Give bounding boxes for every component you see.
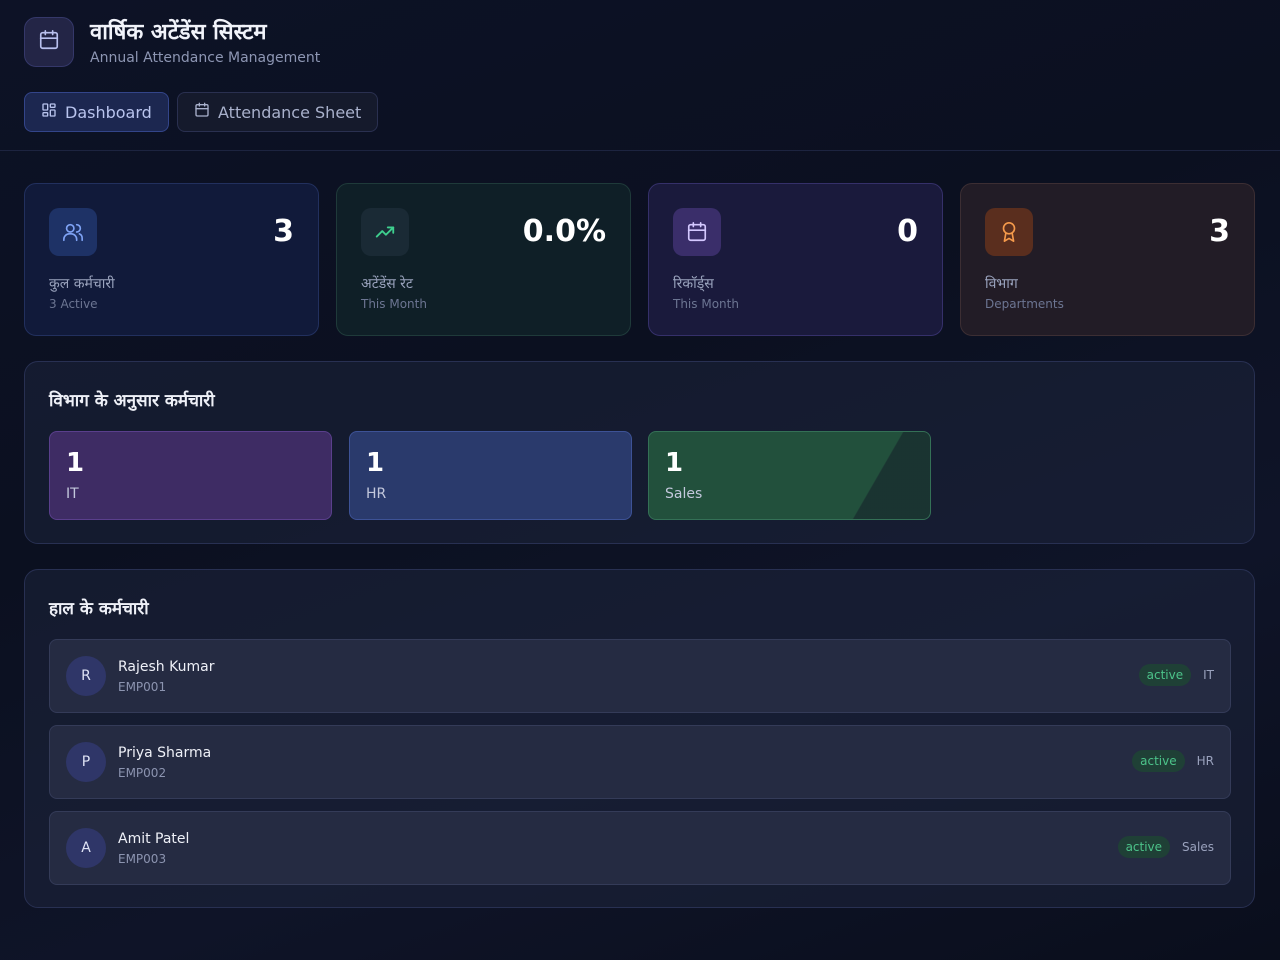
panel-title: विभाग के अनुसार कर्मचारी bbox=[49, 391, 215, 411]
tab-dashboard[interactable]: Dashboard bbox=[24, 92, 169, 132]
employee-row[interactable]: P Priya Sharma EMP002 active HR bbox=[49, 725, 1231, 799]
award-icon bbox=[985, 208, 1033, 256]
card-shade bbox=[850, 432, 930, 519]
stat-value: 0.0% bbox=[522, 214, 606, 249]
employee-id: EMP002 bbox=[118, 766, 167, 780]
trending-up-icon bbox=[361, 208, 409, 256]
department-card-hr: 1 HR bbox=[349, 431, 632, 520]
stat-sublabel: Departments bbox=[985, 297, 1064, 311]
tab-dashboard-label: Dashboard bbox=[65, 102, 152, 122]
stat-card-total-employees: 3 कुल कर्मचारी 3 Active bbox=[24, 183, 319, 336]
department-card-sales: 1 Sales bbox=[648, 431, 931, 520]
employee-id: EMP003 bbox=[118, 852, 167, 866]
department-count: 1 bbox=[366, 448, 385, 478]
stat-value: 0 bbox=[897, 214, 918, 249]
employee-row[interactable]: A Amit Patel EMP003 active Sales bbox=[49, 811, 1231, 885]
department-count: 1 bbox=[665, 448, 684, 478]
employee-meta: active HR bbox=[1132, 750, 1214, 772]
stat-sublabel: This Month bbox=[361, 297, 427, 311]
recent-employees-panel: हाल के कर्मचारी R Rajesh Kumar EMP001 ac… bbox=[24, 569, 1255, 908]
employee-name: Priya Sharma bbox=[118, 745, 212, 761]
calendar-icon bbox=[38, 29, 60, 55]
avatar: R bbox=[66, 656, 106, 696]
users-icon bbox=[49, 208, 97, 256]
employee-meta: active IT bbox=[1138, 664, 1214, 686]
stat-label: कुल कर्मचारी bbox=[49, 276, 115, 292]
stat-sublabel: 3 Active bbox=[49, 297, 98, 311]
employee-name: Amit Patel bbox=[118, 831, 190, 847]
departments-panel: विभाग के अनुसार कर्मचारी 1 IT 1 HR 1 Sal… bbox=[24, 361, 1255, 544]
employee-department: IT bbox=[1203, 668, 1214, 682]
stat-label: रिकॉर्ड्स bbox=[673, 276, 714, 292]
department-name: Sales bbox=[665, 486, 703, 502]
department-name: HR bbox=[366, 486, 387, 502]
stat-label: विभाग bbox=[985, 276, 1018, 292]
status-badge: active bbox=[1117, 836, 1171, 858]
app-logo bbox=[24, 17, 74, 67]
stat-label: अटेंडेंस रेट bbox=[361, 276, 413, 292]
stat-card-attendance-rate: 0.0% अटेंडेंस रेट This Month bbox=[336, 183, 631, 336]
app-header: वार्षिक अटेंडेंस सिस्टम Annual Attendanc… bbox=[0, 0, 1280, 151]
avatar: A bbox=[66, 828, 106, 868]
calendar-icon bbox=[194, 102, 210, 122]
department-name: IT bbox=[66, 486, 79, 502]
tab-attendance-sheet[interactable]: Attendance Sheet bbox=[177, 92, 378, 132]
employee-department: Sales bbox=[1182, 840, 1214, 854]
stat-card-records: 0 रिकॉर्ड्स This Month bbox=[648, 183, 943, 336]
stat-sublabel: This Month bbox=[673, 297, 739, 311]
avatar: P bbox=[66, 742, 106, 782]
app-subtitle: Annual Attendance Management bbox=[90, 50, 321, 66]
status-badge: active bbox=[1138, 664, 1192, 686]
department-count: 1 bbox=[66, 448, 85, 478]
stat-value: 3 bbox=[1209, 214, 1230, 249]
app-title: वार्षिक अटेंडेंस सिस्टम bbox=[90, 20, 267, 45]
employee-row[interactable]: R Rajesh Kumar EMP001 active IT bbox=[49, 639, 1231, 713]
employee-name: Rajesh Kumar bbox=[118, 659, 215, 675]
stat-card-departments: 3 विभाग Departments bbox=[960, 183, 1255, 336]
panel-title: हाल के कर्मचारी bbox=[49, 599, 149, 619]
dashboard-icon bbox=[41, 102, 57, 122]
tab-attendance-sheet-label: Attendance Sheet bbox=[218, 102, 362, 122]
stat-value: 3 bbox=[273, 214, 294, 249]
employee-id: EMP001 bbox=[118, 680, 167, 694]
employee-department: HR bbox=[1196, 754, 1214, 768]
department-card-it: 1 IT bbox=[49, 431, 332, 520]
calendar-icon bbox=[673, 208, 721, 256]
status-badge: active bbox=[1132, 750, 1185, 772]
employee-meta: active Sales bbox=[1117, 836, 1214, 858]
